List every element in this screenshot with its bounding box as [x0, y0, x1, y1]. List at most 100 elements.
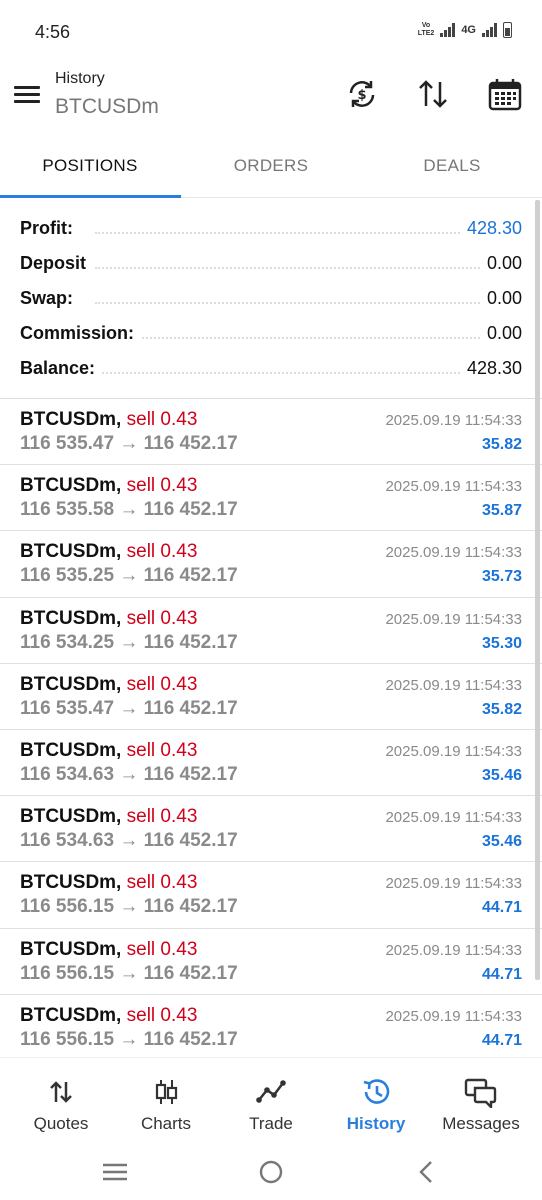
price-range: 116 534.25 → 116 452.17 — [20, 632, 238, 654]
back-icon[interactable] — [410, 1157, 444, 1187]
home-icon[interactable] — [254, 1157, 288, 1187]
close-price: 116 452.17 — [143, 697, 238, 719]
position-symbol: BTCUSDm, sell 0.43 — [20, 475, 197, 497]
tab-bar: POSITIONS ORDERS DEALS — [0, 140, 542, 198]
trade-side: sell 0.43 — [126, 739, 198, 761]
app-header: History BTCUSDm $ — [0, 62, 542, 136]
position-time: 2025.09.19 11:54:33 — [385, 610, 522, 628]
position-row[interactable]: BTCUSDm, sell 0.43 116 535.58 → 116 452.1… — [0, 465, 542, 532]
position-symbol: BTCUSDm, sell 0.43 — [20, 1005, 197, 1027]
nav-messages[interactable]: Messages — [427, 1058, 535, 1148]
position-time: 2025.09.19 11:54:33 — [385, 544, 522, 562]
close-price: 116 452.17 — [143, 499, 238, 521]
dotted-leader — [95, 337, 512, 339]
commission-value: 0.00 — [480, 323, 522, 344]
position-row[interactable]: BTCUSDm, sell 0.43 116 535.47 → 116 452.1… — [0, 399, 542, 466]
arrow-icon: → — [119, 1028, 139, 1050]
tab-orders[interactable]: ORDERS — [181, 140, 361, 198]
battery-icon — [503, 22, 512, 38]
volte-indicator: Vo LTE2 — [417, 22, 435, 37]
position-profit: 44.71 — [481, 899, 522, 917]
position-row[interactable]: BTCUSDm, sell 0.43 116 534.63 → 116 452.1… — [0, 796, 542, 863]
recent-apps-icon[interactable] — [98, 1157, 132, 1187]
signal-icon — [440, 23, 456, 37]
symbol-name: BTCUSDm, — [20, 409, 122, 430]
position-profit: 44.71 — [481, 965, 522, 983]
symbol-name: BTCUSDm, — [20, 475, 122, 497]
arrow-icon: → — [119, 499, 139, 521]
summary-panel: Profit: 428.30 Deposit 0.00 Swap: 0.00 C… — [0, 211, 542, 386]
scrollbar[interactable] — [535, 200, 540, 980]
position-profit: 44.71 — [481, 1031, 522, 1049]
nav-label: Quotes — [33, 1114, 89, 1133]
summary-label: Commission: — [20, 323, 141, 344]
trade-side: sell 0.43 — [126, 806, 198, 828]
dotted-leader — [95, 267, 512, 269]
deposit-value: 0.00 — [480, 253, 522, 274]
summary-label: Deposit — [20, 253, 93, 274]
summary-row-swap: Swap: 0.00 — [0, 281, 542, 316]
trade-side: sell 0.43 — [126, 673, 198, 695]
position-time: 2025.09.19 11:54:33 — [385, 941, 522, 959]
arrow-icon: → — [119, 697, 139, 719]
nav-history[interactable]: History — [322, 1058, 430, 1148]
price-range: 116 534.63 → 116 452.17 — [20, 764, 238, 786]
position-time: 2025.09.19 11:54:33 — [385, 809, 522, 827]
open-price: 116 535.58 — [20, 499, 115, 521]
arrow-icon: → — [119, 631, 139, 653]
close-price: 116 452.17 — [143, 565, 238, 587]
arrow-icon: → — [119, 830, 139, 852]
profit-value: 428.30 — [460, 218, 522, 239]
tab-deals[interactable]: DEALS — [362, 140, 542, 198]
position-symbol: BTCUSDm, sell 0.43 — [20, 409, 197, 431]
symbol-name: BTCUSDm, — [20, 607, 122, 629]
position-row[interactable]: BTCUSDm, sell 0.43 116 534.63 → 116 452.1… — [0, 730, 542, 797]
symbol-name: BTCUSDm, — [20, 872, 122, 894]
tab-positions[interactable]: POSITIONS — [0, 140, 180, 198]
currency-exchange-icon[interactable]: $ — [344, 76, 380, 112]
dotted-leader — [95, 372, 512, 374]
summary-row-profit: Profit: 428.30 — [0, 211, 542, 246]
price-range: 116 535.58 → 116 452.17 — [20, 499, 238, 521]
nav-charts[interactable]: Charts — [112, 1058, 220, 1148]
position-row[interactable]: BTCUSDm, sell 0.43 116 556.15 → 116 452.1… — [0, 995, 542, 1057]
symbol-name: BTCUSDm, — [20, 938, 122, 960]
position-row[interactable]: BTCUSDm, sell 0.43 116 534.25 → 116 452.1… — [0, 598, 542, 664]
summary-label: Swap: — [20, 288, 80, 309]
position-row[interactable]: BTCUSDm, sell 0.43 116 535.25 → 116 452.1… — [0, 531, 542, 598]
price-range: 116 534.63 → 116 452.17 — [20, 830, 238, 852]
svg-text:$: $ — [357, 88, 366, 103]
position-profit: 35.87 — [481, 502, 522, 520]
close-price: 116 452.17 — [143, 763, 238, 785]
symbol-subtitle[interactable]: BTCUSDm — [55, 95, 159, 119]
symbol-name: BTCUSDm, — [20, 806, 122, 828]
status-bar: 4:56 Vo LTE2 4G — [0, 0, 542, 62]
positions-list[interactable]: BTCUSDm, sell 0.43 116 535.47 → 116 452.1… — [0, 399, 542, 1057]
position-profit: 35.46 — [481, 833, 522, 851]
symbol-name: BTCUSDm, — [20, 1004, 122, 1026]
symbol-name: BTCUSDm, — [20, 739, 122, 761]
price-range: 116 556.15 → 116 452.17 — [20, 1029, 238, 1051]
position-row[interactable]: BTCUSDm, sell 0.43 116 556.15 → 116 452.1… — [0, 862, 542, 929]
open-price: 116 535.47 — [20, 433, 115, 454]
summary-row-deposit: Deposit 0.00 — [0, 246, 542, 281]
nav-trade[interactable]: Trade — [217, 1058, 325, 1148]
trade-side: sell 0.43 — [126, 938, 198, 960]
calendar-icon[interactable] — [487, 76, 523, 112]
position-time: 2025.09.19 11:54:33 — [385, 875, 522, 893]
nav-quotes[interactable]: Quotes — [7, 1058, 115, 1148]
position-row[interactable]: BTCUSDm, sell 0.43 116 535.47 → 116 452.1… — [0, 664, 542, 730]
summary-label: Profit: — [20, 218, 79, 239]
trade-line-icon — [256, 1078, 286, 1106]
open-price: 116 535.47 — [20, 697, 115, 719]
open-price: 116 534.25 — [20, 631, 115, 653]
price-range: 116 556.15 → 116 452.17 — [20, 963, 238, 985]
open-price: 116 534.63 — [20, 830, 115, 852]
symbol-name: BTCUSDm, — [20, 541, 122, 563]
position-time: 2025.09.19 11:54:33 — [385, 742, 522, 760]
menu-icon[interactable] — [14, 82, 42, 104]
position-row[interactable]: BTCUSDm, sell 0.43 116 556.15 → 116 452.1… — [0, 929, 542, 995]
position-profit: 35.73 — [481, 568, 522, 586]
swap-value: 0.00 — [480, 288, 522, 309]
sort-icon[interactable] — [415, 76, 451, 112]
